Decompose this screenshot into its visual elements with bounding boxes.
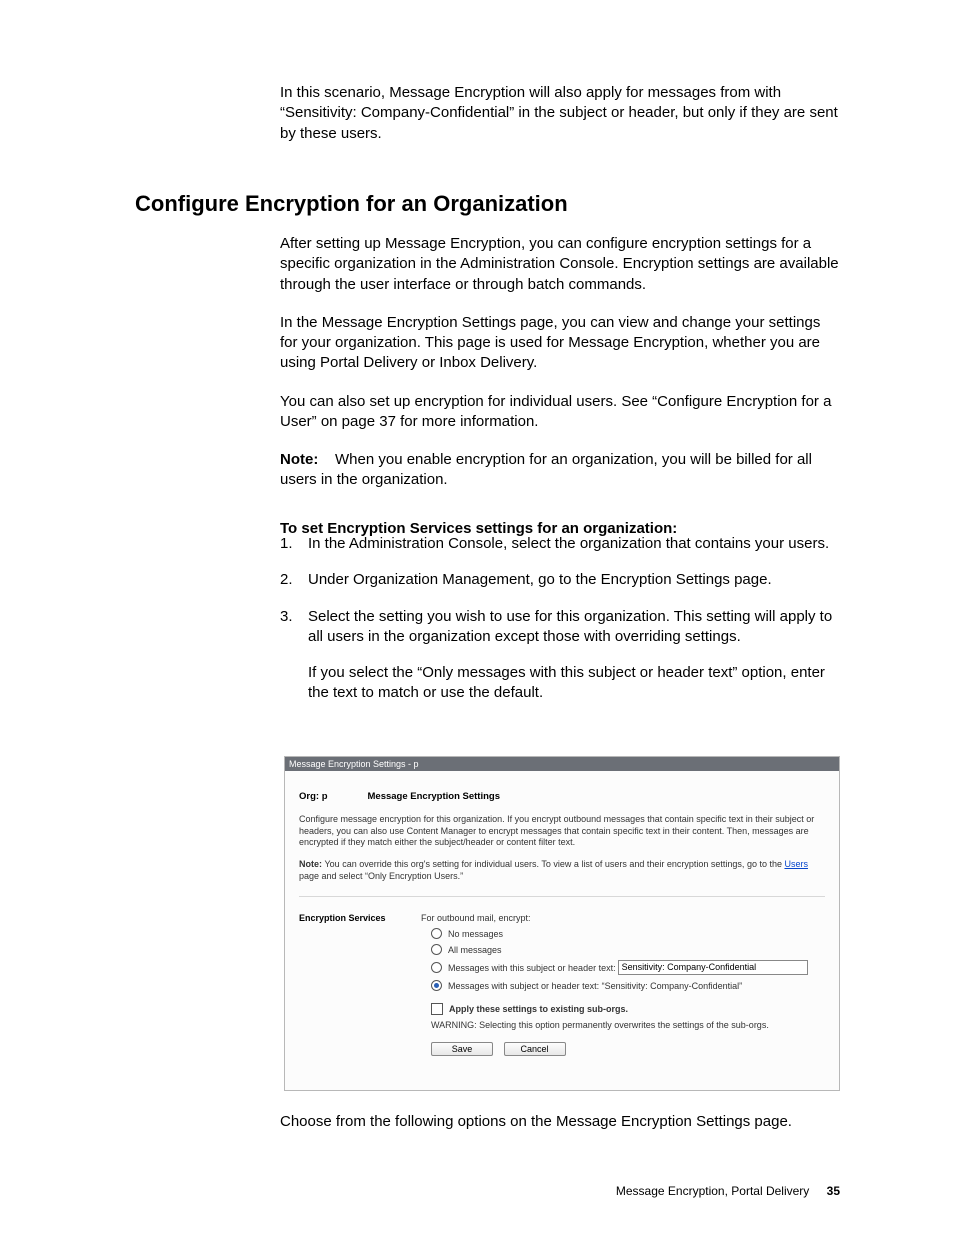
intro-paragraph: In this scenario, Message Encryption wil… [280, 83, 840, 144]
panel-note-before: You can override this org's setting for … [325, 859, 785, 869]
option-no-messages[interactable]: No messages [421, 928, 825, 939]
encryption-services-section: Encryption Services For outbound mail, e… [299, 913, 825, 1056]
option-default-text[interactable]: Messages with subject or header text: “S… [421, 980, 825, 991]
paragraph-3: You can also set up encryption for indiv… [280, 392, 840, 433]
panel-title: Message Encryption Settings [368, 791, 501, 802]
page-number: 35 [827, 1184, 840, 1198]
paragraph-2: In the Message Encryption Settings page,… [280, 313, 840, 374]
document-page: In this scenario, Message Encryption wil… [0, 0, 954, 1235]
panel-note: Note: You can override this org's settin… [299, 859, 825, 882]
panel-note-label: Note: [299, 859, 325, 869]
page-footer: Message Encryption, Portal Delivery 35 [616, 1184, 840, 1198]
step-number: 2. [280, 570, 308, 590]
option-label: All messages [448, 945, 502, 955]
step-3-sub: If you select the “Only messages with th… [308, 663, 840, 704]
step-3: 3. Select the setting you wish to use fo… [280, 607, 840, 648]
option-label: Messages with this subject or header tex… [448, 963, 616, 973]
org-label: Org: p [299, 791, 328, 802]
apply-suborgs-row[interactable]: Apply these settings to existing sub-org… [421, 1003, 825, 1015]
panel-body: Org: p Message Encryption Settings Confi… [285, 771, 839, 1064]
section-heading: Configure Encryption for an Organization [135, 191, 568, 217]
outbound-label: For outbound mail, encrypt: [421, 913, 825, 923]
footer-title: Message Encryption, Portal Delivery [616, 1184, 809, 1198]
paragraph-1: After setting up Message Encryption, you… [280, 234, 840, 295]
panel-header-row: Org: p Message Encryption Settings [299, 791, 825, 802]
section-body: After setting up Message Encryption, you… [280, 234, 840, 557]
panel-titlebar: Message Encryption Settings - p [285, 757, 839, 771]
apply-warning: WARNING: Selecting this option permanent… [431, 1020, 825, 1030]
panel-description: Configure message encryption for this or… [299, 814, 825, 849]
note-paragraph: Note: When you enable encryption for an … [280, 450, 840, 491]
divider [299, 896, 825, 897]
radio-icon[interactable] [431, 928, 442, 939]
section-label: Encryption Services [299, 913, 421, 1056]
encryption-settings-panel: Message Encryption Settings - p Org: p M… [284, 756, 840, 1091]
step-2: 2. Under Organization Management, go to … [280, 570, 840, 590]
step-1: 1. In the Administration Console, select… [280, 534, 840, 554]
procedure-steps: 1. In the Administration Console, select… [280, 534, 840, 720]
section-controls: For outbound mail, encrypt: No messages … [421, 913, 825, 1056]
radio-icon[interactable] [431, 944, 442, 955]
option-label: Messages with subject or header text: “S… [448, 981, 742, 991]
users-link[interactable]: Users [784, 859, 808, 869]
button-row: Save Cancel [431, 1042, 825, 1056]
subject-text-input[interactable]: Sensitivity: Company-Confidential [618, 960, 808, 975]
step-body: Select the setting you wish to use for t… [308, 607, 840, 648]
step-number: 1. [280, 534, 308, 554]
step-body: In the Administration Console, select th… [308, 534, 829, 554]
note-body: When you enable encryption for an organi… [280, 451, 812, 488]
cancel-button[interactable]: Cancel [504, 1042, 566, 1056]
checkbox-icon[interactable] [431, 1003, 443, 1015]
after-screenshot-paragraph: Choose from the following options on the… [280, 1112, 840, 1132]
option-label: No messages [448, 929, 503, 939]
step-body: Under Organization Management, go to the… [308, 570, 772, 590]
radio-icon[interactable] [431, 980, 442, 991]
apply-label: Apply these settings to existing sub-org… [449, 1004, 628, 1014]
option-custom-text[interactable]: Messages with this subject or header tex… [421, 960, 825, 975]
radio-icon[interactable] [431, 962, 442, 973]
step-number: 3. [280, 607, 308, 648]
save-button[interactable]: Save [431, 1042, 493, 1056]
panel-note-after: page and select “Only Encryption Users.” [299, 871, 463, 881]
option-all-messages[interactable]: All messages [421, 944, 825, 955]
note-label: Note: [280, 451, 318, 468]
